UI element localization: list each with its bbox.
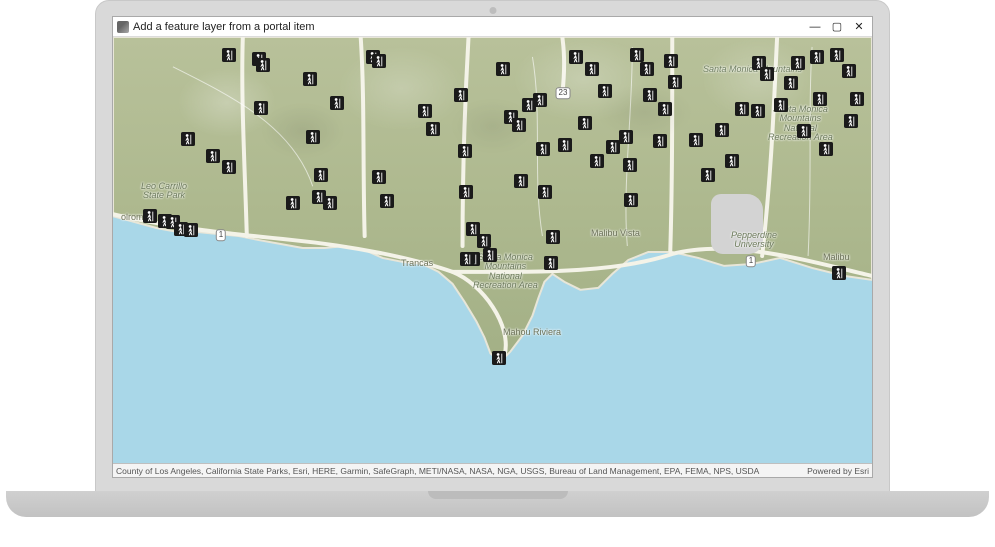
- trailhead-marker[interactable]: [850, 92, 864, 106]
- trailhead-marker[interactable]: [206, 149, 220, 163]
- trailhead-marker[interactable]: [715, 123, 729, 137]
- trailhead-marker[interactable]: [303, 72, 317, 86]
- trailhead-marker[interactable]: [454, 88, 468, 102]
- trailhead-marker[interactable]: [735, 102, 749, 116]
- trailhead-marker[interactable]: [460, 252, 474, 266]
- trailhead-marker[interactable]: [842, 64, 856, 78]
- trailhead-marker[interactable]: [832, 266, 846, 280]
- trailhead-marker[interactable]: [184, 223, 198, 237]
- app-icon: [117, 21, 129, 33]
- trailhead-marker[interactable]: [810, 50, 824, 64]
- trailhead-marker[interactable]: [689, 133, 703, 147]
- trailhead-marker[interactable]: [640, 62, 654, 76]
- trailhead-marker[interactable]: [701, 168, 715, 182]
- trailhead-marker[interactable]: [372, 54, 386, 68]
- trailhead-marker[interactable]: [306, 130, 320, 144]
- laptop-frame: Add a feature layer from a portal item —…: [0, 0, 995, 547]
- trailhead-marker[interactable]: [222, 160, 236, 174]
- laptop-base: [6, 491, 989, 517]
- trailhead-marker[interactable]: [598, 84, 612, 98]
- trailhead-marker[interactable]: [624, 193, 638, 207]
- trailhead-marker[interactable]: [286, 196, 300, 210]
- trailhead-marker[interactable]: [774, 98, 788, 112]
- trailhead-marker[interactable]: [619, 130, 633, 144]
- attribution-bar: County of Los Angeles, California State …: [113, 463, 872, 477]
- attribution-powered: Powered by Esri: [807, 466, 869, 476]
- trailhead-marker[interactable]: [813, 92, 827, 106]
- trailhead-marker[interactable]: [664, 54, 678, 68]
- trailhead-marker[interactable]: [590, 154, 604, 168]
- trailhead-marker[interactable]: [533, 93, 547, 107]
- titlebar[interactable]: Add a feature layer from a portal item —…: [113, 17, 872, 37]
- trailhead-marker[interactable]: [546, 230, 560, 244]
- trailhead-marker[interactable]: [256, 58, 270, 72]
- trailhead-marker[interactable]: [784, 76, 798, 90]
- trailhead-marker[interactable]: [492, 351, 506, 365]
- trailhead-marker[interactable]: [819, 142, 833, 156]
- trailhead-marker[interactable]: [483, 248, 497, 262]
- trailhead-marker[interactable]: [372, 170, 386, 184]
- minimize-button[interactable]: —: [804, 21, 826, 33]
- trailhead-marker[interactable]: [143, 209, 157, 223]
- trailhead-marker[interactable]: [314, 168, 328, 182]
- trailhead-marker[interactable]: [477, 234, 491, 248]
- trailhead-marker[interactable]: [668, 75, 682, 89]
- trailhead-marker[interactable]: [181, 132, 195, 146]
- trailhead-marker[interactable]: [458, 144, 472, 158]
- trailhead-marker[interactable]: [623, 158, 637, 172]
- trailhead-marker[interactable]: [725, 154, 739, 168]
- attribution-text: County of Los Angeles, California State …: [116, 466, 807, 476]
- trailhead-marker[interactable]: [797, 124, 811, 138]
- trailhead-marker[interactable]: [380, 194, 394, 208]
- trailhead-marker[interactable]: [606, 140, 620, 154]
- close-button[interactable]: ✕: [848, 20, 870, 33]
- trailhead-marker[interactable]: [544, 256, 558, 270]
- trailhead-marker[interactable]: [323, 196, 337, 210]
- trailhead-marker[interactable]: [643, 88, 657, 102]
- trailhead-marker[interactable]: [653, 134, 667, 148]
- trailhead-marker[interactable]: [536, 142, 550, 156]
- trailhead-marker[interactable]: [222, 48, 236, 62]
- trailhead-marker[interactable]: [330, 96, 344, 110]
- trailhead-marker[interactable]: [426, 122, 440, 136]
- maximize-button[interactable]: ▢: [826, 20, 848, 33]
- trailhead-marker[interactable]: [760, 67, 774, 81]
- trailhead-marker[interactable]: [751, 104, 765, 118]
- trailhead-marker[interactable]: [578, 116, 592, 130]
- trailhead-marker[interactable]: [514, 174, 528, 188]
- trailhead-marker[interactable]: [512, 118, 526, 132]
- app-window: Add a feature layer from a portal item —…: [112, 16, 873, 478]
- trailhead-marker[interactable]: [496, 62, 510, 76]
- trailhead-marker[interactable]: [418, 104, 432, 118]
- trailhead-marker[interactable]: [585, 62, 599, 76]
- trailhead-marker[interactable]: [254, 101, 268, 115]
- trailhead-marker[interactable]: [791, 56, 805, 70]
- window-title: Add a feature layer from a portal item: [133, 21, 804, 33]
- trailhead-marker[interactable]: [830, 48, 844, 62]
- trailhead-marker[interactable]: [538, 185, 552, 199]
- trailhead-marker[interactable]: [844, 114, 858, 128]
- trailhead-marker[interactable]: [558, 138, 572, 152]
- trailhead-marker[interactable]: [459, 185, 473, 199]
- trailhead-marker[interactable]: [658, 102, 672, 116]
- trailhead-marker[interactable]: [630, 48, 644, 62]
- trailhead-marker[interactable]: [569, 50, 583, 64]
- map-view[interactable]: Santa Monica MountainsSanta Monica Mount…: [113, 37, 872, 463]
